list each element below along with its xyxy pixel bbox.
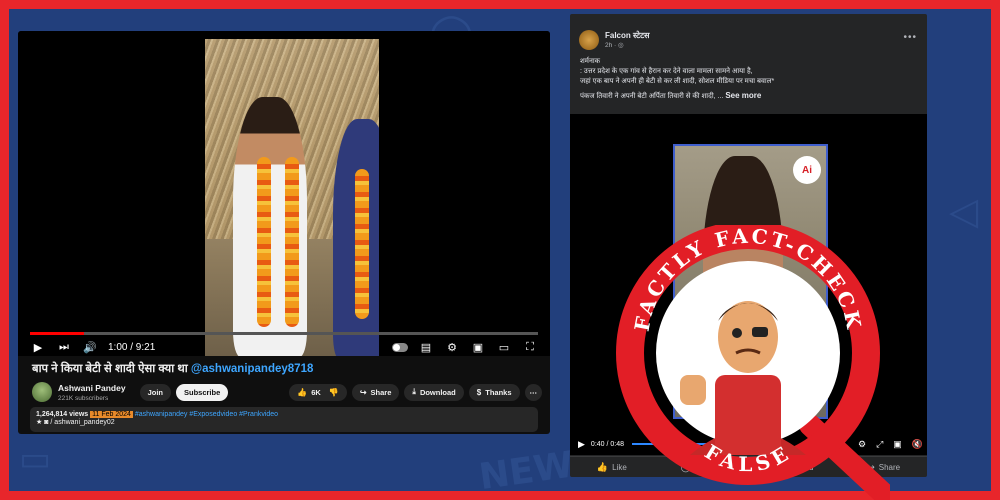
star-icon: ★ bbox=[36, 419, 43, 426]
factly-fact-check-stamp: FACTLY FACT-CHECK FALSE bbox=[616, 225, 890, 500]
channel-info: Ashwani Pandey 221K subscribers bbox=[58, 383, 126, 402]
youtube-video-title: बाप ने किया बेटी से शादी ऐसा क्या था @as… bbox=[32, 361, 313, 376]
more-actions-button[interactable]: ⋯ bbox=[524, 383, 542, 401]
see-more-link[interactable]: See more bbox=[725, 91, 761, 100]
miniplayer-icon[interactable]: ▣ bbox=[470, 340, 486, 354]
like-button[interactable]: 👍 6K 👎 bbox=[289, 383, 347, 401]
post-text: शर्मनाक : उत्तर प्रदेश के एक गांव से हैर… bbox=[580, 57, 918, 102]
post-line-4-row: पंकज तिवारी ने अपनी बेटी अर्पिता तिवारी … bbox=[580, 91, 918, 102]
share-label: Share bbox=[370, 387, 392, 397]
title-hindi: बाप ने किया बेटी से शादी ऐसा क्या था bbox=[32, 363, 188, 375]
page-avatar[interactable] bbox=[579, 30, 599, 50]
post-line-3: जहां एक बाप ने अपनी ही बेटी से कर ली शाद… bbox=[580, 78, 775, 85]
channel-avatar[interactable] bbox=[32, 382, 52, 402]
youtube-time: 1:00 / 9:21 bbox=[108, 341, 156, 353]
youtube-progress-fill bbox=[30, 332, 85, 335]
thanks-button[interactable]: $ Thanks bbox=[468, 383, 520, 401]
post-time-text: 2h · bbox=[605, 42, 619, 49]
description-line-1: 1,264,814 views 11 Feb 2024 #ashwanipand… bbox=[36, 411, 532, 418]
like-count: 6K bbox=[311, 387, 321, 397]
megaphone-doodle-icon: ◁ bbox=[949, 189, 979, 233]
youtube-controls: ▶ ⏭ 🔊 1:00 / 9:21 ▤ ⚙ ▣ ▭ ⛶ bbox=[30, 338, 538, 356]
post-line-4: पंकज तिवारी ने अपनी बेटी अर्पिता तिवारी … bbox=[580, 93, 724, 100]
thumbs-up-icon: 👍 bbox=[297, 387, 308, 397]
download-button[interactable]: ⤓ Download bbox=[404, 383, 464, 401]
post-time: 2h · ◎ bbox=[605, 41, 624, 49]
hashtags[interactable]: #ashwanipandey #Exposedvideo #Prankvideo bbox=[135, 411, 278, 418]
garland-right bbox=[285, 157, 299, 327]
theater-mode-icon[interactable]: ▭ bbox=[496, 340, 512, 354]
youtube-progress-bar[interactable] bbox=[30, 332, 538, 335]
description-line-2: ★ ◙ / ashwani_pandey02 bbox=[36, 418, 532, 426]
instagram-handle[interactable]: / ashwani_pandey02 bbox=[50, 419, 114, 426]
youtube-video-player[interactable]: ▶ ⏭ 🔊 1:00 / 9:21 ▤ ⚙ ▣ ▭ ⛶ bbox=[18, 31, 550, 356]
post-line-1: शर्मनाक bbox=[580, 58, 601, 65]
laptop-doodle-icon: ▭ bbox=[19, 439, 52, 479]
channel-name[interactable]: Ashwani Pandey bbox=[58, 383, 126, 393]
next-icon[interactable]: ⏭ bbox=[56, 340, 72, 354]
thanks-icon: $ bbox=[476, 387, 482, 397]
settings-gear-icon[interactable]: ⚙ bbox=[444, 340, 460, 354]
upload-date: 11 Feb 2024 bbox=[90, 411, 133, 418]
thanks-label: Thanks bbox=[485, 387, 512, 397]
download-icon: ⤓ bbox=[412, 387, 416, 396]
join-button[interactable]: Join bbox=[139, 383, 171, 401]
globe-icon: ◎ bbox=[618, 42, 624, 49]
page-name[interactable]: Falcon स्टेटस bbox=[605, 30, 650, 41]
fullscreen-icon[interactable]: ⛶ bbox=[522, 340, 538, 354]
subscribe-button[interactable]: Subscribe bbox=[175, 383, 229, 401]
volume-icon[interactable]: 🔊 bbox=[82, 340, 98, 354]
view-count: 1,264,814 views bbox=[36, 411, 89, 418]
share-button[interactable]: ↪ Share bbox=[351, 383, 400, 401]
share-icon: ↪ bbox=[359, 387, 367, 397]
instagram-icon: ◙ bbox=[44, 419, 49, 426]
post-line-2: : उत्तर प्रदेश के एक गांव से हैरान कर दे… bbox=[580, 68, 753, 75]
title-mention-link[interactable]: @ashwanipandey8718 bbox=[191, 363, 313, 375]
fb-pip-icon[interactable]: ▣ bbox=[893, 439, 902, 450]
video-frame-image bbox=[205, 39, 379, 356]
description-box[interactable]: 1,264,814 views 11 Feb 2024 #ashwanipand… bbox=[30, 407, 538, 432]
autoplay-toggle[interactable] bbox=[392, 340, 408, 354]
fb-mute-icon[interactable]: 🔇 bbox=[912, 439, 923, 450]
play-icon[interactable]: ▶ bbox=[30, 340, 46, 354]
download-label: Download bbox=[419, 387, 456, 397]
channel-logo: Ai bbox=[793, 156, 821, 184]
garland-left bbox=[257, 157, 271, 327]
channel-row: Ashwani Pandey 221K subscribers Join Sub… bbox=[32, 380, 542, 404]
fb-play-icon[interactable]: ▶ bbox=[578, 439, 585, 450]
more-options-icon[interactable]: ••• bbox=[903, 32, 917, 43]
garland-man bbox=[355, 169, 369, 319]
action-buttons: 👍 6K 👎 ↪ Share ⤓ Download $ Thanks ⋯ bbox=[284, 383, 542, 401]
youtube-screenshot: ▶ ⏭ 🔊 1:00 / 9:21 ▤ ⚙ ▣ ▭ ⛶ बाप ने किया … bbox=[18, 31, 550, 434]
captions-icon[interactable]: ▤ bbox=[418, 340, 434, 354]
subscriber-count: 221K subscribers bbox=[58, 394, 109, 402]
thumbs-down-icon[interactable]: 👎 bbox=[329, 388, 339, 397]
